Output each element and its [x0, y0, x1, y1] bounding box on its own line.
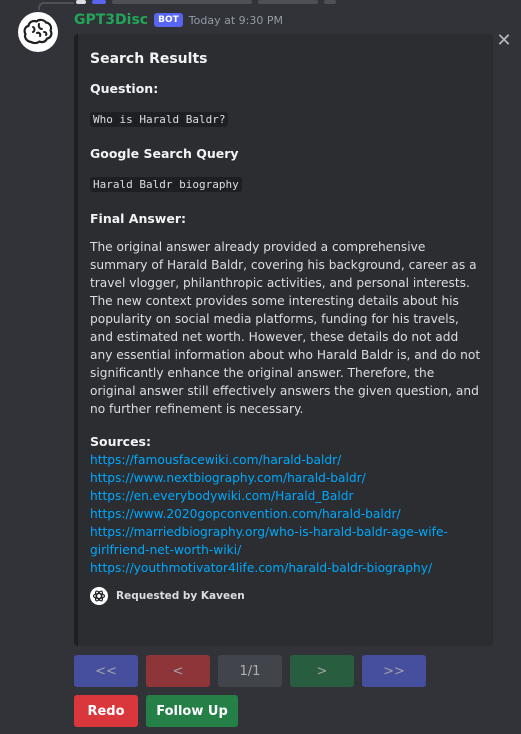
embed-footer: Requested by Kaveen [90, 587, 481, 605]
pagination-row: << < 1/1 > >> [74, 655, 426, 687]
query-code: Harald Baldr biography [90, 177, 242, 192]
page-indicator-button[interactable]: 1/1 [218, 655, 282, 687]
embed-title: Search Results [90, 51, 208, 67]
source-link[interactable]: https://www.nextbiography.com/harald-bal… [90, 469, 482, 487]
last-page-button[interactable]: >> [362, 655, 426, 687]
openai-logo-icon [90, 587, 108, 605]
bot-badge: BOT [154, 13, 183, 27]
redo-button[interactable]: Redo [74, 695, 138, 727]
search-results-embed: Search Results Question: Who is Harald B… [74, 34, 493, 646]
answer-label: Final Answer: [90, 211, 186, 226]
brain-icon[interactable] [18, 12, 58, 52]
source-link[interactable]: https://famousfacewiki.com/harald-baldr/ [90, 451, 482, 469]
timestamp: Today at 9:30 PM [188, 13, 283, 27]
reply-preview[interactable] [76, 0, 346, 4]
discord-message-view: GPT3Disc BOT Today at 9:30 PM ✕ Search R… [0, 0, 521, 734]
question-label: Question: [90, 81, 159, 96]
first-page-button[interactable]: << [74, 655, 138, 687]
footer-text: Requested by Kaveen [116, 590, 245, 602]
source-link[interactable]: https://youthmotivator4life.com/harald-b… [90, 559, 482, 577]
reply-connector [38, 2, 74, 10]
follow-up-button[interactable]: Follow Up [146, 695, 238, 727]
source-link[interactable]: https://www.2020gopconvention.com/harald… [90, 505, 482, 523]
sources-label: Sources: [90, 434, 151, 449]
source-link[interactable]: https://marriedbiography.org/who-is-hara… [90, 523, 482, 559]
username[interactable]: GPT3Disc [74, 12, 148, 28]
answer-text: The original answer already provided a c… [90, 240, 481, 416]
close-icon[interactable]: ✕ [496, 32, 512, 50]
question-code: Who is Harald Baldr? [90, 112, 229, 127]
prev-page-button[interactable]: < [146, 655, 210, 687]
message-header: GPT3Disc BOT Today at 9:30 PM [74, 10, 283, 30]
next-page-button[interactable]: > [290, 655, 354, 687]
source-link[interactable]: https://en.everybodywiki.com/Harald_Bald… [90, 487, 482, 505]
query-label: Google Search Query [90, 146, 239, 161]
sources-list: https://famousfacewiki.com/harald-baldr/… [90, 451, 481, 577]
action-row: Redo Follow Up [74, 695, 238, 727]
